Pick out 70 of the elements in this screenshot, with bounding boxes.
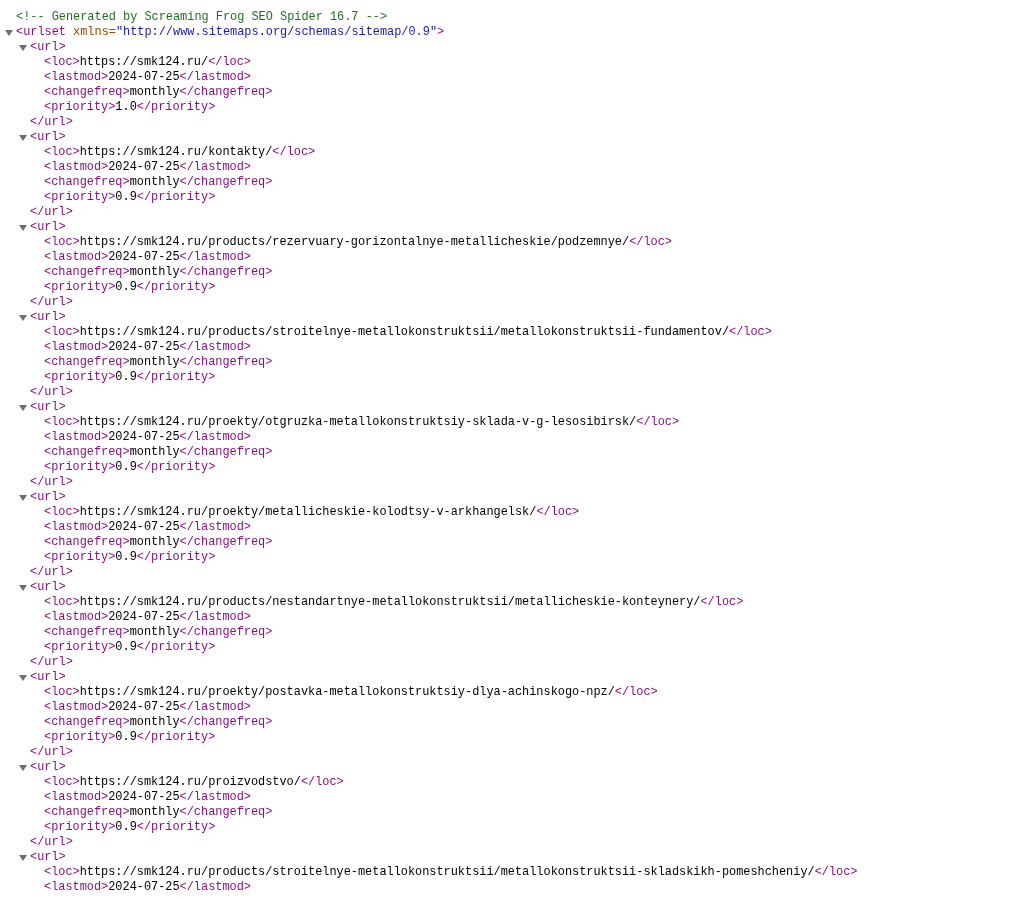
xml-tag: </url>: [30, 655, 73, 670]
xml-tag: <urlset xmlns="http://www.sitemaps.org/schemas/sitemap/0.9">: [16, 25, 445, 40]
xml-element-line: <lastmod>2024-07-25</lastmod>: [44, 160, 251, 175]
xml-element-line: <changefreq>monthly</changefreq>: [44, 265, 273, 280]
xml-element-line: <changefreq>monthly</changefreq>: [44, 85, 273, 100]
xml-element-line: <changefreq>monthly</changefreq>: [44, 175, 273, 190]
xml-element-line: <changefreq>monthly</changefreq>: [44, 535, 273, 550]
xml-comment: <!-- Generated by Screaming Frog SEO Spider 16.7 -->: [16, 10, 388, 25]
collapse-triangle-icon[interactable]: [19, 763, 27, 772]
xml-element-line: <lastmod>2024-07-25</lastmod>: [44, 70, 251, 85]
xml-tag: </url>: [30, 295, 73, 310]
xml-tag: <url>: [30, 850, 66, 865]
collapse-triangle-icon[interactable]: [19, 853, 27, 862]
xml-element-line: <priority>0.9</priority>: [44, 370, 216, 385]
xml-element-line: <loc>https://smk124.ru/products/stroitelnye-metallokonstruktsii/metallokonstruktsii-fundamentov/</loc>: [44, 325, 772, 340]
xml-element-line: <changefreq>monthly</changefreq>: [44, 625, 273, 640]
xml-tag: </url>: [30, 205, 73, 220]
collapse-triangle-icon[interactable]: [19, 673, 27, 682]
xml-tag: </url>: [30, 835, 73, 850]
xml-element-line: <loc>https://smk124.ru/proizvodstvo/</loc>: [44, 775, 344, 790]
xml-tag: <url>: [30, 760, 66, 775]
xml-element-line: <changefreq>monthly</changefreq>: [44, 355, 273, 370]
xml-element-line: <lastmod>2024-07-25</lastmod>: [44, 340, 251, 355]
xml-element-line: <loc>https://smk124.ru/proekty/otgruzka-metallokonstruktsiy-sklada-v-g-lesosibirsk/</loc>: [44, 415, 680, 430]
xml-tag: <url>: [30, 220, 66, 235]
xml-tag: <url>: [30, 580, 66, 595]
xml-element-line: <priority>0.9</priority>: [44, 190, 216, 205]
xml-tag: <url>: [30, 490, 66, 505]
xml-element-line: <priority>0.9</priority>: [44, 460, 216, 475]
xml-element-line: <loc>https://smk124.ru/</loc>: [44, 55, 251, 70]
xml-element-line: <priority>1.0</priority>: [44, 100, 216, 115]
collapse-triangle-icon[interactable]: [5, 28, 13, 37]
xml-element-line: <loc>https://smk124.ru/proekty/metallicheskie-kolodtsy-v-arkhangelsk/</loc>: [44, 505, 580, 520]
xml-element-line: <loc>https://smk124.ru/proekty/postavka-metallokonstruktsiy-dlya-achinskogo-npz/</loc>: [44, 685, 658, 700]
xml-tag: </url>: [30, 385, 73, 400]
xml-element-line: <loc>https://smk124.ru/products/nestandartnye-metallokonstruktsii/metallicheskie-konteynery/</loc>: [44, 595, 744, 610]
xml-element-line: <priority>0.9</priority>: [44, 280, 216, 295]
xml-element-line: <lastmod>2024-07-25</lastmod>: [44, 520, 251, 535]
collapse-triangle-icon[interactable]: [19, 583, 27, 592]
collapse-triangle-icon[interactable]: [19, 133, 27, 142]
xml-element-line: <priority>0.9</priority>: [44, 550, 216, 565]
xml-tag: </url>: [30, 745, 73, 760]
xml-tag: <url>: [30, 670, 66, 685]
xml-tag: </url>: [30, 115, 73, 130]
xml-element-line: <lastmod>2024-07-25</lastmod>: [44, 430, 251, 445]
xml-element-line: <lastmod>2024-07-25</lastmod>: [44, 700, 251, 715]
collapse-triangle-icon[interactable]: [19, 43, 27, 52]
xml-element-line: <loc>https://smk124.ru/products/stroitelnye-metallokonstruktsii/metallokonstruktsii-skladskikh-pomeshcheniy/</loc>: [44, 865, 858, 880]
xml-element-line: <priority>0.9</priority>: [44, 730, 216, 745]
collapse-triangle-icon[interactable]: [19, 313, 27, 322]
xml-element-line: <changefreq>monthly</changefreq>: [44, 805, 273, 820]
collapse-triangle-icon[interactable]: [19, 493, 27, 502]
collapse-triangle-icon[interactable]: [19, 223, 27, 232]
xml-tag: </url>: [30, 565, 73, 580]
xml-element-line: <changefreq>monthly</changefreq>: [44, 715, 273, 730]
xml-element-line: <priority>0.9</priority>: [44, 820, 216, 835]
xml-element-line: <lastmod>2024-07-25</lastmod>: [44, 790, 251, 805]
xml-element-line: <loc>https://smk124.ru/kontakty/</loc>: [44, 145, 316, 160]
xml-element-line: <lastmod>2024-07-25</lastmod>: [44, 880, 251, 895]
collapse-triangle-icon[interactable]: [19, 403, 27, 412]
xml-element-line: <loc>https://smk124.ru/products/rezervuary-gorizontalnye-metallicheskie/podzemnye/</loc>: [44, 235, 672, 250]
xml-element-line: <lastmod>2024-07-25</lastmod>: [44, 250, 251, 265]
xml-tag: <url>: [30, 400, 66, 415]
xml-element-line: <priority>0.9</priority>: [44, 640, 216, 655]
xml-tag: </url>: [30, 475, 73, 490]
xml-tag: <url>: [30, 130, 66, 145]
xml-element-line: <lastmod>2024-07-25</lastmod>: [44, 610, 251, 625]
xml-tag: <url>: [30, 310, 66, 325]
xml-tag: <url>: [30, 40, 66, 55]
xml-element-line: <changefreq>monthly</changefreq>: [44, 445, 273, 460]
